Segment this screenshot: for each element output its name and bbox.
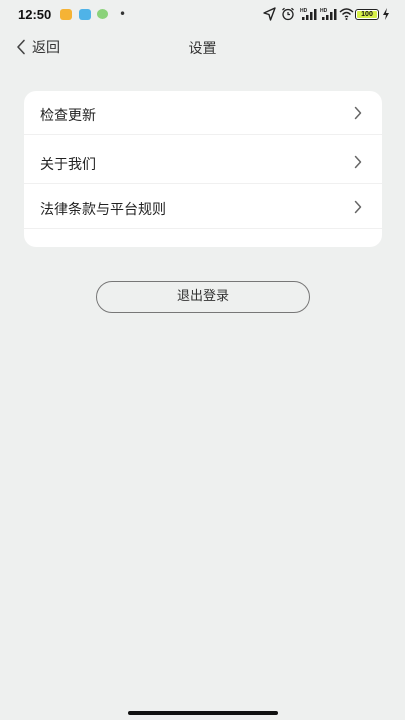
settings-item-check-update[interactable]: 检查更新 bbox=[24, 91, 382, 135]
status-icons: HD HD 100 bbox=[263, 7, 393, 23]
charging-icon bbox=[383, 8, 389, 20]
settings-item-about-us[interactable]: 关于我们 bbox=[24, 140, 382, 184]
signal-icon: HD bbox=[300, 8, 317, 20]
wifi-icon bbox=[339, 8, 354, 20]
chevron-right-icon bbox=[354, 200, 362, 214]
settings-item-label: 关于我们 bbox=[40, 157, 96, 173]
settings-item-legal-terms[interactable]: 法律条款与平台规则 bbox=[24, 185, 382, 229]
svg-text:HD: HD bbox=[300, 8, 308, 14]
svg-text:HD: HD bbox=[320, 8, 328, 14]
more-notifications-dot: • bbox=[119, 7, 127, 21]
message-app-icon bbox=[60, 9, 72, 20]
location-icon bbox=[263, 7, 276, 21]
battery-icon: 100 bbox=[355, 9, 379, 20]
alarm-icon bbox=[282, 7, 294, 21]
chevron-right-icon bbox=[354, 106, 362, 120]
logout-button[interactable]: 退出登录 bbox=[96, 281, 310, 313]
settings-item-label: 检查更新 bbox=[40, 108, 96, 124]
status-time: 12:50 bbox=[18, 7, 52, 22]
home-indicator[interactable] bbox=[128, 711, 278, 715]
battery-level: 100 bbox=[361, 11, 373, 18]
settings-card: 检查更新 关于我们 法律条款与平台规则 bbox=[24, 91, 382, 247]
signal-icon-2: HD bbox=[320, 8, 337, 20]
settings-item-label: 法律条款与平台规则 bbox=[40, 202, 166, 218]
nav-bar: 返回 设置 bbox=[0, 30, 405, 66]
app-notification-icon bbox=[79, 9, 91, 20]
page-title: 设置 bbox=[188, 41, 217, 57]
status-bar: 12:50 • HD HD 100 bbox=[0, 0, 405, 30]
chevron-right-icon bbox=[354, 155, 362, 169]
wechat-icon bbox=[97, 9, 108, 19]
